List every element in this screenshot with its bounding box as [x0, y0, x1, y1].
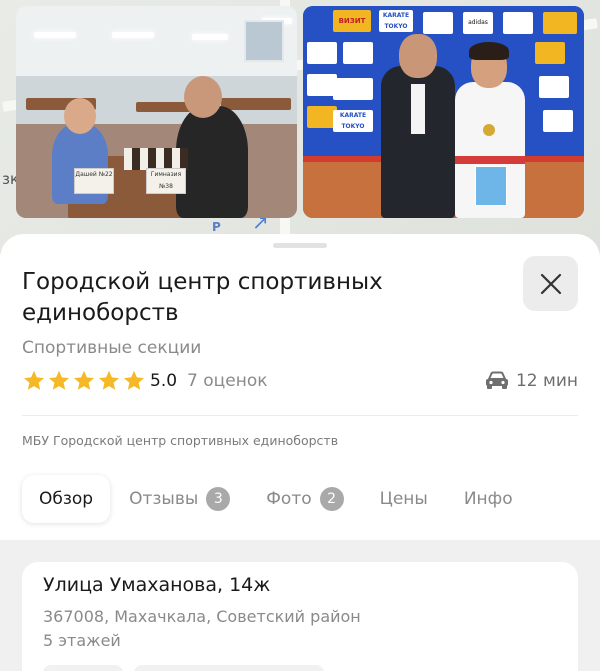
- address-chip[interactable]: [43, 665, 123, 671]
- address-street: Улица Умаханова, 14ж: [43, 574, 271, 596]
- photo-lamp: [192, 34, 228, 40]
- organization-full-name: МБУ Городской центр спортивных единоборс…: [22, 433, 339, 448]
- photo-athlete-belt: [455, 156, 525, 164]
- photo-name-sign: Гимназия №38: [146, 168, 186, 194]
- photo-window: [244, 20, 284, 62]
- photo-coach-shirt: [411, 84, 425, 134]
- rating-value: 5.0: [150, 371, 178, 391]
- tab-label: Цены: [379, 489, 428, 509]
- address-city: 367008, Махачкала, Советский район: [43, 607, 361, 626]
- place-card: Городской центр спортивных единоборств С…: [0, 234, 600, 671]
- tab-info[interactable]: Инфо: [447, 475, 530, 523]
- car-icon: [485, 371, 508, 389]
- address-floors: 5 этажей: [43, 631, 121, 650]
- tab-photos[interactable]: Фото 2: [249, 475, 360, 523]
- place-title: Городской центр спортивных единоборств: [22, 269, 383, 326]
- close-button[interactable]: [523, 256, 578, 311]
- photo-certificate: [475, 166, 507, 206]
- photo-karate-award[interactable]: ВИЗИТ KARATE TOKYO adidas KARATE TOKYO: [303, 6, 584, 218]
- photo-banner-tile: [503, 12, 533, 34]
- photo-boy-left-head: [64, 98, 96, 134]
- tab-label: Инфо: [463, 489, 513, 509]
- photo-boy-right-head: [184, 76, 222, 118]
- photo-banner-tile: [333, 78, 373, 100]
- photo-banner-tile: [543, 110, 573, 132]
- photo-table: [221, 98, 291, 110]
- travel-time: 12 мин: [515, 371, 578, 391]
- tab-overview[interactable]: Обзор: [22, 475, 111, 523]
- photo-banner-tile: [543, 12, 577, 34]
- photo-medal: [483, 124, 495, 136]
- star-icon: [24, 370, 44, 390]
- star-icon: [124, 370, 144, 390]
- address-card[interactable]: Улица Умаханова, 14ж 367008, Махачкала, …: [22, 562, 578, 671]
- photo-banner: KARATE TOKYO: [333, 110, 373, 132]
- star-icon: [74, 370, 94, 390]
- photo-lamp: [112, 32, 154, 38]
- photo-chess-class[interactable]: Дашей №22 Гимназия №38: [16, 6, 297, 218]
- address-chip[interactable]: [134, 665, 324, 671]
- sheet-grabber[interactable]: [273, 243, 327, 248]
- photo-banner-tile: [539, 76, 569, 98]
- close-icon: [540, 273, 561, 294]
- photo-banner-tile: [423, 12, 453, 34]
- tab-label: Отзывы: [129, 489, 199, 509]
- tab-count-badge: 3: [206, 487, 231, 511]
- tab-count-badge: 2: [319, 487, 344, 511]
- map-parking-marker: Р: [212, 220, 221, 234]
- rating-count[interactable]: 7 оценок: [187, 371, 267, 391]
- divider: [22, 415, 578, 416]
- photo-banner-tile: [535, 42, 565, 64]
- photo-banner-tile: [343, 42, 373, 64]
- photo-banner: KARATE TOKYO: [379, 10, 413, 32]
- photo-coach-head: [399, 34, 437, 78]
- rating-row[interactable]: 5.0 7 оценок: [22, 369, 267, 393]
- photo-banner-tile: [307, 42, 337, 64]
- travel-time-info[interactable]: 12 мин: [484, 369, 578, 393]
- photo-chessboard: [124, 148, 188, 170]
- rating-stars: [22, 369, 146, 393]
- place-category[interactable]: Спортивные секции: [22, 338, 201, 358]
- tab-label: Фото: [266, 489, 312, 509]
- photo-banner: ВИЗИТ: [333, 10, 371, 32]
- photo-banner: adidas: [463, 12, 493, 34]
- star-icon: [49, 370, 69, 390]
- tab-reviews[interactable]: Отзывы 3: [112, 475, 247, 523]
- tab-label: Обзор: [39, 489, 94, 509]
- photo-name-sign: Дашей №22: [74, 168, 114, 194]
- star-icon: [99, 370, 119, 390]
- tab-prices[interactable]: Цены: [363, 475, 445, 523]
- photo-athlete-hair: [469, 42, 509, 60]
- tab-bar: Обзор Отзывы 3 Фото 2 Цены Инфо: [22, 475, 532, 523]
- photo-lamp: [34, 32, 76, 38]
